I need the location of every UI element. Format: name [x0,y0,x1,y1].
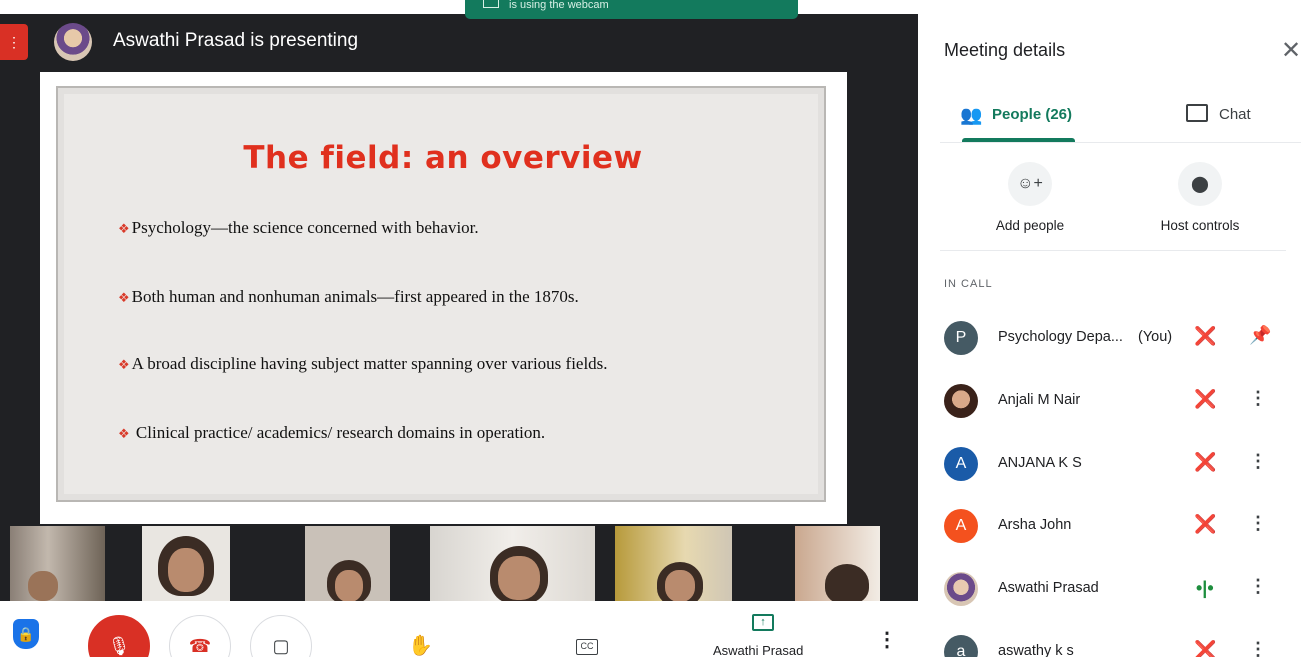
more-icon[interactable]: ⋮ [1249,513,1267,534]
participant-name: Psychology Depa... [998,329,1123,345]
avatar: a [944,635,978,657]
add-people-label: Add people [995,218,1065,233]
webcam-icon [483,0,499,8]
panel-title: Meeting details [944,40,1066,60]
captions-icon[interactable]: CC [576,639,598,655]
participant-row[interactable]: a aswathy k s ❌ ⋮ [944,631,1289,657]
participant-name: Anjali M Nair [998,392,1081,408]
add-person-icon: ☺+ [1008,162,1052,206]
expand-tab-icon[interactable]: ⋮ [0,24,28,60]
camera-button[interactable]: ▢ [250,615,312,657]
mic-off-icon: ❌ [1194,640,1217,657]
participant-row[interactable]: A ANJANA K S ❌ ⋮ [944,443,1289,485]
camera-icon: ▢ [272,636,290,656]
tab-chat-label: Chat [1219,106,1251,123]
presenter-avatar [54,23,92,61]
avatar: P [944,321,978,355]
meeting-details-panel: Meeting details ✕ 👥 People (26) Chat ☺+ … [918,14,1301,657]
chat-icon [1186,104,1208,122]
bullet-text: Both human and nonhuman animals—first ap… [131,287,579,306]
participant-row[interactable]: Anjali M Nair ❌ ⋮ [944,380,1289,422]
leave-call-button[interactable]: ☎ [169,615,231,657]
shared-slide: The field: an overview ❖ Psychology—the s… [40,72,847,524]
bullet-icon: ❖ [118,290,130,305]
video-tile[interactable] [142,526,230,601]
participant-name: Aswathi Prasad [998,580,1099,596]
tab-people[interactable]: 👥 People (26) [960,102,1080,142]
meeting-safety-icon[interactable]: 🔒 [13,619,39,649]
participant-thumbnails [0,526,918,601]
video-tile[interactable] [430,526,595,601]
avatar: A [944,509,978,543]
you-label: (You) [1138,329,1173,345]
participant-row[interactable]: Aswathi Prasad •|• ⋮ [944,568,1289,610]
participant-name: ANJANA K S [998,455,1082,471]
present-screen-icon[interactable]: ↑ [752,614,774,631]
presenter-bar: ⋮ Aswathi Prasad is presenting [0,14,918,70]
bullet-icon: ❖ [118,357,130,372]
bullet-text: Psychology—the science concerned with be… [131,218,479,237]
bullet-icon: ❖ [118,426,130,441]
more-options-icon[interactable]: ⋮ [877,630,897,650]
bullet-icon: ❖ [118,221,130,236]
more-icon[interactable]: ⋮ [1249,576,1267,597]
participant-row[interactable]: A Arsha John ❌ ⋮ [944,505,1289,547]
mic-off-icon: ❌ [1194,452,1217,472]
video-tile[interactable] [305,526,390,601]
mic-off-icon: 🎙 [107,636,131,656]
in-call-heading: IN CALL [944,278,993,290]
presenting-status: Aswathi Prasad is presenting [113,30,359,51]
slide-title: The field: an overview [243,140,643,176]
pin-icon[interactable]: 📌 [1249,325,1271,346]
close-icon[interactable]: ✕ [1281,36,1301,65]
avatar [944,572,978,606]
presentation-stage: ⋮ Aswathi Prasad is presenting The field… [0,14,918,657]
webcam-notice-text: is using the webcam [509,0,609,11]
bullet-text: A broad discipline having subject matter… [131,354,608,373]
video-tile[interactable] [615,526,732,601]
divider [940,142,1301,143]
raise-hand-icon[interactable]: ✋ [408,633,433,657]
slide-bullet: ❖ Clinical practice/ academics/ research… [118,423,545,443]
webcam-notification: is using the webcam [465,0,798,19]
participant-name: aswathy k s [998,643,1074,657]
slide-bullet: ❖ Psychology—the science concerned with b… [118,218,479,238]
more-icon[interactable]: ⋮ [1249,639,1267,657]
people-icon: 👥 [960,105,983,125]
present-button-label[interactable]: Aswathi Prasad [713,643,803,657]
tab-people-label: People (26) [992,106,1073,123]
more-icon[interactable]: ⋮ [1249,388,1267,409]
mic-off-icon: ❌ [1194,514,1217,534]
participant-name: Arsha John [998,517,1072,533]
bullet-text: Clinical practice/ academics/ research d… [131,423,546,442]
participant-row[interactable]: P Psychology Depa... (You) ❌ 📌 [944,317,1289,359]
slide-bullet: ❖ Both human and nonhuman animals—first a… [118,287,579,307]
slide-bullet: ❖ A broad discipline having subject matte… [118,354,608,374]
microphone-off-button[interactable]: 🎙 [88,615,150,657]
avatar: A [944,447,978,481]
speaking-indicator-icon: •|• [1196,578,1214,598]
video-tile[interactable] [10,526,105,601]
host-controls-label: Host controls [1160,218,1240,233]
toggle-icon: ⬤ [1178,162,1222,206]
slide-content: The field: an overview ❖ Psychology—the s… [56,86,826,502]
host-controls-button[interactable]: ⬤ Host controls [1150,162,1250,233]
divider [940,250,1286,251]
add-people-button[interactable]: ☺+ Add people [980,162,1080,233]
video-tile[interactable] [795,526,880,601]
mic-off-icon: ❌ [1194,326,1217,346]
more-icon[interactable]: ⋮ [1249,451,1267,472]
hang-up-icon: ☎ [188,636,212,656]
avatar [944,384,978,418]
mic-off-icon: ❌ [1194,389,1217,409]
